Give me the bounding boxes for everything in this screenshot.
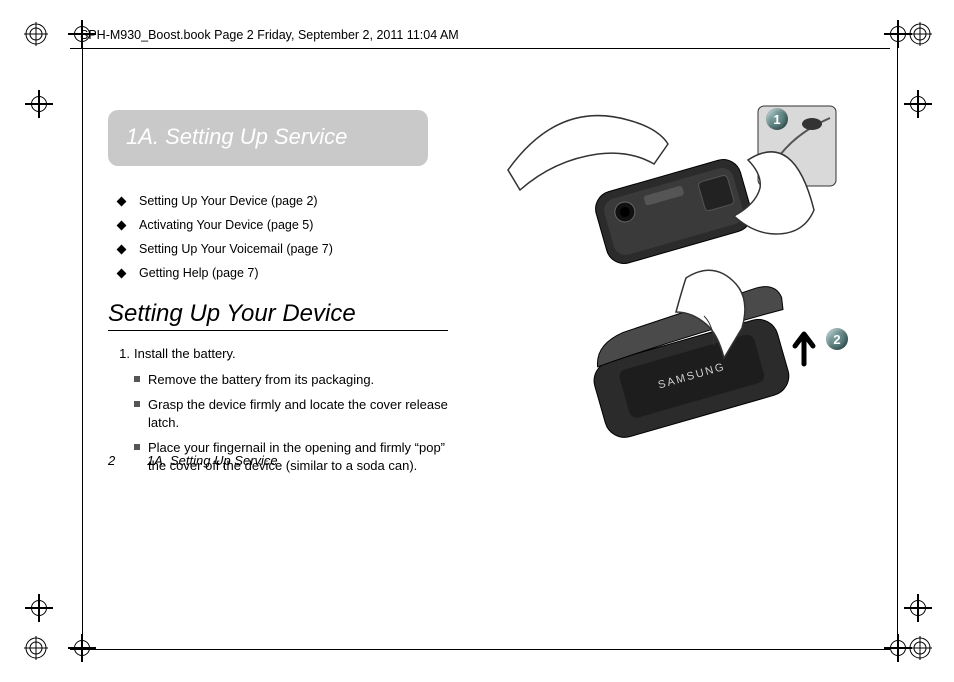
step-badge-2: 2 bbox=[826, 328, 848, 350]
running-header: SPH-M930_Boost.book Page 2 Friday, Septe… bbox=[80, 28, 459, 42]
page-footer: 2 1A. Setting Up Service bbox=[108, 453, 278, 468]
registration-mark-icon bbox=[24, 22, 48, 46]
crop-line bbox=[70, 649, 890, 650]
diamond-bullet-icon bbox=[117, 197, 127, 207]
left-column: 1A. Setting Up Service Setting Up Your D… bbox=[108, 110, 458, 474]
crop-mark-icon bbox=[904, 594, 932, 622]
footer-section: 1A. Setting Up Service bbox=[147, 453, 278, 468]
step-number: 1. bbox=[108, 345, 130, 363]
crop-mark-icon bbox=[884, 634, 912, 662]
crop-line bbox=[70, 48, 890, 49]
step-text: Install the battery. bbox=[134, 345, 236, 363]
diamond-bullet-icon bbox=[117, 245, 127, 255]
table-of-contents: Setting Up Your Device (page 2) Activati… bbox=[112, 194, 458, 280]
substep-text: Remove the battery from its packaging. bbox=[148, 371, 458, 389]
substep-text: Grasp the device firmly and locate the c… bbox=[148, 396, 458, 431]
toc-item-label: Setting Up Your Device (page 2) bbox=[139, 194, 318, 208]
toc-item: Setting Up Your Device (page 2) bbox=[112, 194, 458, 208]
step: 1. Install the battery. bbox=[108, 345, 458, 363]
crop-mark-icon bbox=[904, 90, 932, 118]
toc-item-label: Setting Up Your Voicemail (page 7) bbox=[139, 242, 333, 256]
crop-mark-icon bbox=[884, 20, 912, 48]
square-bullet-icon bbox=[134, 401, 140, 407]
crop-line bbox=[897, 22, 898, 662]
square-bullet-icon bbox=[134, 376, 140, 382]
page-number: 2 bbox=[108, 453, 115, 468]
toc-item: Getting Help (page 7) bbox=[112, 266, 458, 280]
toc-item: Activating Your Device (page 5) bbox=[112, 218, 458, 232]
heading: Setting Up Your Device bbox=[108, 300, 448, 331]
diamond-bullet-icon bbox=[117, 221, 127, 231]
section-title: 1A. Setting Up Service bbox=[126, 124, 410, 150]
device-illustration: SAMSUNG 1 2 bbox=[498, 100, 858, 440]
page-root: SPH-M930_Boost.book Page 2 Friday, Septe… bbox=[0, 0, 954, 682]
diamond-bullet-icon bbox=[117, 269, 127, 279]
substep: Grasp the device firmly and locate the c… bbox=[134, 396, 458, 431]
toc-item-label: Activating Your Device (page 5) bbox=[139, 218, 313, 232]
toc-item: Setting Up Your Voicemail (page 7) bbox=[112, 242, 458, 256]
content-area: 1A. Setting Up Service Setting Up Your D… bbox=[108, 110, 848, 610]
toc-item-label: Getting Help (page 7) bbox=[139, 266, 259, 280]
step-badge-1: 1 bbox=[766, 108, 788, 130]
substep: Remove the battery from its packaging. bbox=[134, 371, 458, 389]
crop-line bbox=[82, 22, 83, 662]
section-title-pill: 1A. Setting Up Service bbox=[108, 110, 428, 166]
registration-mark-icon bbox=[24, 636, 48, 660]
crop-mark-icon bbox=[25, 594, 53, 622]
crop-mark-icon bbox=[25, 90, 53, 118]
square-bullet-icon bbox=[134, 444, 140, 450]
